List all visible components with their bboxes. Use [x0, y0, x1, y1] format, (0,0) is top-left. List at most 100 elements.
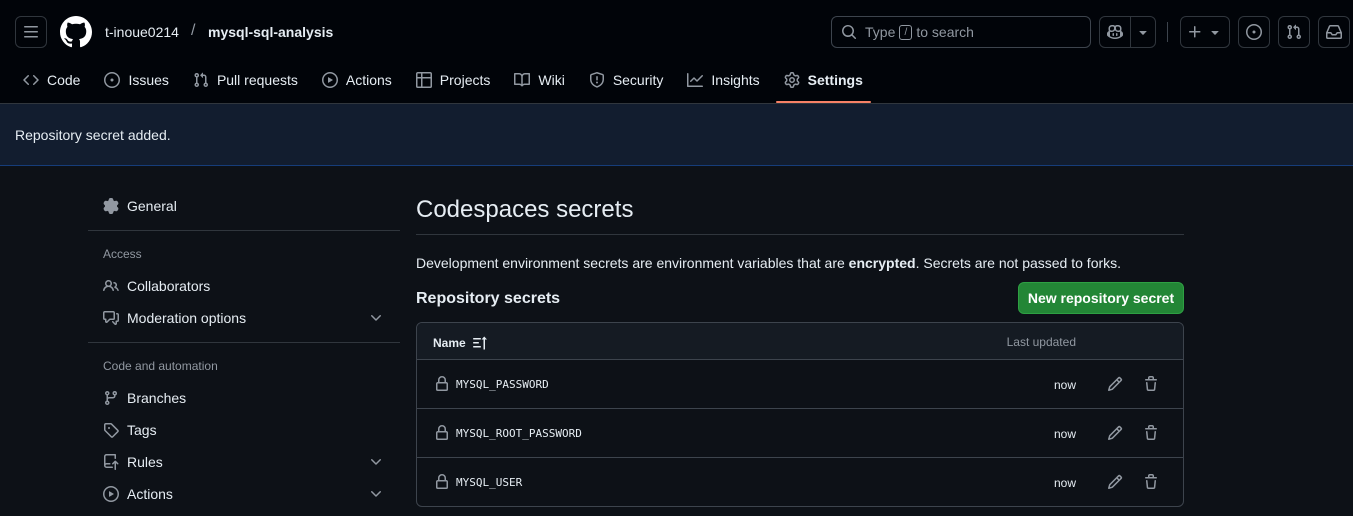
sidebar-item-rules[interactable]: Rules — [88, 446, 400, 478]
play-icon — [103, 486, 119, 502]
sidebar-item-label: Tags — [127, 422, 157, 438]
inbox-icon — [1326, 25, 1342, 39]
tab-settings[interactable]: Settings — [775, 64, 872, 103]
sidebar-divider — [88, 342, 400, 343]
pencil-icon[interactable] — [1107, 376, 1123, 392]
lock-icon — [436, 425, 448, 440]
tab-security[interactable]: Security — [581, 64, 672, 96]
code-icon — [23, 74, 39, 86]
shield-icon — [589, 72, 604, 88]
flash-banner: Repository secret added. — [0, 104, 1353, 166]
page-description: Development environment secrets are envi… — [416, 255, 1121, 271]
tab-label: Issues — [128, 72, 169, 88]
sidebar-item-label: Rules — [127, 454, 163, 470]
sidebar-item-label: Collaborators — [127, 278, 211, 294]
secret-name: MYSQL_ROOT_PASSWORD — [456, 427, 582, 440]
issue-icon — [104, 72, 121, 88]
hamburger-menu-button[interactable] — [15, 16, 47, 48]
github-logo-icon[interactable] — [60, 16, 92, 48]
secret-updated: now — [1053, 378, 1076, 392]
copilot-dropdown-button[interactable] — [1130, 16, 1156, 48]
tab-issues[interactable]: Issues — [96, 64, 176, 96]
triangle-down-icon — [1211, 31, 1219, 35]
sidebar-item-label: Moderation options — [127, 310, 247, 326]
copilot-button[interactable] — [1099, 16, 1131, 48]
table-header: Name Last updated — [417, 323, 1183, 360]
description-text: Development environment secrets are envi… — [416, 255, 849, 271]
tab-label: Pull requests — [216, 72, 298, 88]
header-divider — [1167, 22, 1168, 42]
pencil-icon[interactable] — [1107, 425, 1123, 441]
git-branch-icon — [104, 391, 117, 406]
tab-insights[interactable]: Insights — [679, 64, 767, 96]
sidebar-heading-access: Access — [103, 247, 142, 261]
lock-icon — [436, 474, 448, 489]
sidebar-item-moderation-options[interactable]: Moderation options — [88, 302, 400, 334]
sidebar-divider — [88, 230, 400, 231]
plus-icon — [1189, 26, 1201, 38]
last-updated-column-header: Last updated — [1006, 335, 1076, 349]
tab-label: Security — [612, 72, 664, 88]
chevron-down-icon — [371, 315, 381, 321]
sort-asc-icon — [472, 336, 487, 350]
secret-updated: now — [1053, 427, 1076, 441]
sidebar-item-general[interactable]: General — [88, 190, 400, 222]
name-column-label: Name — [433, 336, 466, 350]
comment-discussion-icon — [103, 311, 119, 325]
chevron-down-icon — [371, 459, 381, 465]
copilot-icon — [1107, 24, 1123, 40]
sidebar-item-label: Branches — [127, 390, 187, 406]
search-input[interactable]: Type / to search — [831, 16, 1091, 48]
triangle-down-icon — [1139, 31, 1147, 35]
title-divider — [416, 234, 1184, 235]
tab-label: Code — [47, 72, 81, 88]
tag-icon — [104, 423, 119, 438]
new-repository-secret-button[interactable]: New repository secret — [1018, 282, 1184, 314]
top-bar: t-inoue0214 / mysql-sql-analysis Type / … — [0, 0, 1353, 104]
play-icon — [321, 72, 338, 88]
page-title: Codespaces secrets — [416, 196, 634, 223]
secrets-table: Name Last updated MYSQL_PASSWORD now MYS… — [416, 322, 1184, 507]
chevron-down-icon — [371, 491, 381, 497]
table-icon — [415, 72, 432, 88]
search-placeholder-prefix: Type — [865, 24, 896, 40]
sidebar-item-branches[interactable]: Branches — [88, 382, 400, 414]
repository-secrets-heading: Repository secrets — [416, 290, 561, 307]
description-bold: encrypted — [848, 255, 916, 271]
sidebar-item-actions[interactable]: Actions — [88, 478, 400, 510]
secret-name: MYSQL_USER — [456, 476, 523, 489]
notifications-button[interactable] — [1318, 16, 1350, 48]
tab-projects[interactable]: Projects — [408, 64, 499, 96]
your-pull-requests-button[interactable] — [1278, 16, 1310, 48]
sidebar-item-tags[interactable]: Tags — [88, 414, 400, 446]
menu-icon — [24, 26, 38, 38]
create-new-button[interactable] — [1180, 16, 1230, 48]
table-row: MYSQL_USER now — [417, 458, 1183, 506]
tab-wiki[interactable]: Wiki — [506, 64, 572, 96]
pencil-icon[interactable] — [1107, 474, 1123, 490]
tab-code[interactable]: Code — [15, 64, 88, 96]
trash-icon[interactable] — [1143, 474, 1159, 490]
description-text-end: . Secrets are not passed to forks. — [915, 255, 1122, 271]
tab-label: Actions — [345, 72, 392, 88]
sidebar-item-collaborators[interactable]: Collaborators — [88, 270, 400, 302]
flash-message: Repository secret added. — [15, 126, 171, 143]
secret-name: MYSQL_PASSWORD — [456, 378, 549, 391]
your-issues-button[interactable] — [1238, 16, 1270, 48]
sidebar-item-label: General — [127, 198, 177, 214]
trash-icon[interactable] — [1143, 376, 1159, 392]
sidebar-item-label: Actions — [127, 486, 173, 502]
issue-icon — [1246, 24, 1262, 40]
breadcrumb-owner-link[interactable]: t-inoue0214 — [105, 24, 179, 40]
tab-actions[interactable]: Actions — [314, 64, 400, 96]
repo-tabs: Code Issues Pull requests Actions Projec… — [15, 64, 879, 104]
table-row: MYSQL_PASSWORD now — [417, 360, 1183, 409]
gear-icon — [784, 72, 800, 88]
tab-label: Wiki — [538, 72, 565, 88]
name-column-header[interactable]: Name — [433, 335, 488, 351]
secret-updated: now — [1053, 476, 1076, 490]
tab-pull-requests[interactable]: Pull requests — [185, 64, 306, 96]
trash-icon[interactable] — [1143, 425, 1159, 441]
sidebar-heading-code-automation: Code and automation — [103, 359, 218, 373]
breadcrumb-repo-link[interactable]: mysql-sql-analysis — [208, 24, 333, 40]
